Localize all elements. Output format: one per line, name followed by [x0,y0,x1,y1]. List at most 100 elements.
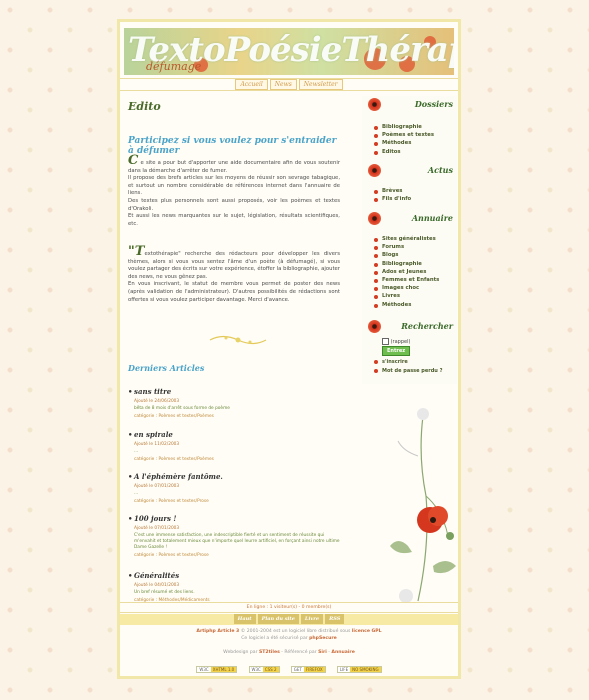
remember-checkbox[interactable] [382,338,389,345]
article-summary: ... [134,449,139,454]
article-category[interactable]: catégorie : Poèmes et textes/Prose [134,553,344,558]
enter-button[interactable]: Entrez [382,346,411,356]
artiphp-link[interactable]: Artiphp Article 3 [196,629,239,634]
sidebar-link[interactable]: Fils d'info [362,196,457,204]
footer-text: Ce logiciel a été sécurisé par [241,636,310,641]
footer-text: - Référencé par [279,650,319,655]
footer-credits: Artiphp Article 3 © 2001-2004 est un log… [120,629,458,634]
article-item: sans titre Ajouté le 24/06/2003 bêta de … [134,387,344,419]
article-title[interactable]: en spirale [134,430,344,439]
footer-security: Ce logiciel a été sécurisé par phpSecure [120,636,458,641]
nav-newsletter[interactable]: Newsletter [298,79,343,90]
section-title: Dossiers [414,99,453,109]
sidebar-section-annuaire: Annuaire [362,210,457,230]
article-date: Ajouté le 24/06/2003 [134,399,180,404]
article-item: Généralités Ajouté le 04/01/2003 Un bref… [134,571,344,603]
article-summary: bêta de 8 mois d'arrêt sous forme de poè… [134,406,230,411]
sidebar-link[interactable]: Bibliographie [362,261,457,269]
nav-rss[interactable]: RSS [325,614,345,624]
sidebar-link[interactable]: Sites généralistes [362,236,457,244]
sidebar: Dossiers Bibliographie Poèmes et textes … [362,96,457,384]
nav-accueil[interactable]: Accueil [235,79,268,90]
phpsecure-link[interactable]: phpSecure [309,636,337,641]
gpl-link[interactable]: licence GPL [352,629,382,634]
footer-text: © 2001-2004 est un logiciel libre distri… [239,629,352,634]
footer-webdesign: Webdesign par ST2tiles - Référencé par S… [120,650,458,655]
edito-p6: En vous inscrivant, le statut de membre … [128,281,340,303]
article-title[interactable]: A l'éphémère fantôme. [134,472,344,481]
poppy-icon [368,164,381,177]
article-summary: ... [134,491,139,496]
drop-cap: "T [128,244,145,259]
nav-plan[interactable]: Plan du site [257,614,299,624]
dossiers-links: Bibliographie Poèmes et textes Méthodes … [362,124,457,157]
sidebar-link[interactable]: Bibliographie [362,124,457,132]
badge-value: CSS 2 [262,667,279,672]
edito-paragraph-2: "Textothérapie" recherche des rédacteurs… [128,245,340,304]
sidebar-section-rechercher: Rechercher [362,318,457,338]
edito-p5: extothérapie" recherche des rédacteurs p… [128,251,340,280]
sidebar-link[interactable]: Editos [362,149,457,157]
poppy-illustration [390,408,456,603]
poppy-icon [368,98,381,111]
badge-key: W3C [249,667,263,672]
latest-articles-heading: Derniers Articles [128,363,205,373]
article-date: Ajouté le 07/01/2003 [134,526,180,531]
main-content: Edito Participez si vous voulez pour s'e… [128,100,343,603]
sidebar-link[interactable]: Méthodes [362,140,457,148]
article-category[interactable]: catégorie : Poèmes et textes/Poèmes [134,457,344,462]
article-category[interactable]: catégorie : Poèmes et textes/Prose [134,499,344,504]
article-title[interactable]: sans titre [134,387,344,396]
article-title[interactable]: Généralités [134,571,344,580]
section-title: Annuaire [411,213,453,223]
sidebar-link[interactable]: Images choc [362,285,457,293]
badge-xhtml[interactable]: W3C XHTML 1.0 [196,666,238,673]
register-link[interactable]: s'inscrire [374,359,443,365]
sidebar-link[interactable]: Ados et Jeunes [362,269,457,277]
sidebar-link[interactable]: Livres [362,293,457,301]
site-banner[interactable]: TextoPoésieThérapie défumage [124,28,454,75]
drop-cap: C [128,153,139,168]
article-item: en spirale Ajouté le 11/02/2003 ... caté… [134,430,344,462]
article-category[interactable]: catégorie : Poèmes et textes/Poèmes [134,414,344,419]
edito-paragraph-1: C e site a pour but d'apporter une aide … [128,154,340,228]
edito-p2: Il propose des brefs articles sur les mo… [128,175,340,197]
sidebar-link[interactable]: Forums [362,244,457,252]
st2tiles-link[interactable]: ST2tiles [259,650,280,655]
edito-title: Edito [128,100,161,113]
ornament-divider [209,335,267,345]
badge-key: W3C [197,667,211,672]
section-title: Actus [427,165,453,175]
footer-text: Webdesign par [223,650,259,655]
badge-nosmoking[interactable]: LIFE NO SMOKING [336,666,382,673]
article-item: 100 jours ! Ajouté le 07/01/2003 C'est u… [134,514,344,558]
edito-p3: Des textes plus personnels sont aussi pr… [128,197,340,212]
edito-invite[interactable]: Participez si vous voulez pour s'entraid… [128,136,343,156]
article-title[interactable]: 100 jours ! [134,514,344,523]
article-item: A l'éphémère fantôme. Ajouté le 07/01/20… [134,472,344,504]
page-frame: TextoPoésieThérapie défumage AccueilNews… [117,19,461,679]
badge-value: NO SMOKING [350,667,381,672]
sidebar-link[interactable]: Méthodes [362,302,457,310]
poppy-icon [368,320,381,333]
nav-haut[interactable]: Haut [233,614,256,624]
sidebar-section-dossiers: Dossiers [362,96,457,116]
bottom-nav: Haut Plan du site Livre RSS [120,614,458,625]
nav-livre[interactable]: Livre [300,614,324,624]
footer-badges: W3C XHTML 1.0 W3C CSS 2 GET FIREFOX LIFE NO … [120,666,458,673]
article-date: Ajouté le 04/01/2003 [134,583,180,588]
lost-password-link[interactable]: Mot de passe perdu ? [374,368,443,374]
search-box: (rappel) Entrez s'inscrire Mot de passe … [374,338,443,374]
badge-css[interactable]: W3C CSS 2 [248,666,280,673]
badge-value: XHTML 1.0 [210,667,237,672]
edito-p4: Et aussi les news marquantes sur le suje… [128,213,340,227]
siri-link[interactable]: Siri [318,650,327,655]
section-title: Rechercher [401,321,453,331]
sidebar-link[interactable]: Femmes et Enfants [362,277,457,285]
annuaire-link[interactable]: Annuaire [331,650,354,655]
nav-news[interactable]: News [269,79,297,90]
sidebar-link[interactable]: Brèves [362,188,457,196]
sidebar-section-actus: Actus [362,162,457,182]
sidebar-link[interactable]: Blogs [362,252,457,260]
badge-firefox[interactable]: GET FIREFOX [290,666,326,673]
